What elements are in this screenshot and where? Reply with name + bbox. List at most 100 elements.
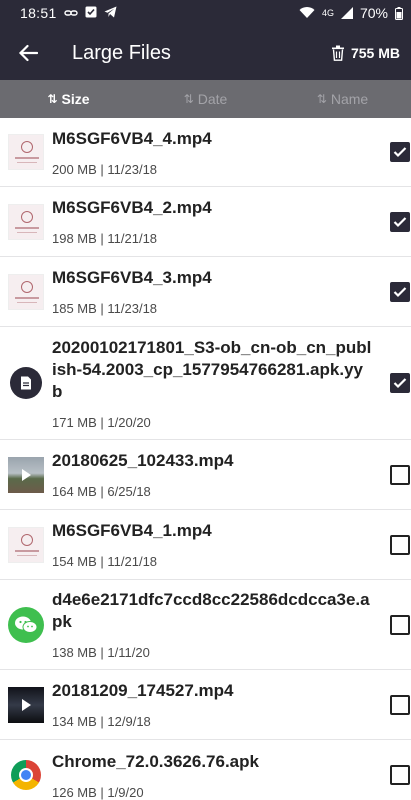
thumbnail-wrap (0, 367, 52, 399)
checkbox-wrap (372, 694, 411, 715)
video-thumbnail (8, 273, 44, 310)
file-name: 20180625_102433.mp4 (52, 451, 234, 470)
sort-tab-date[interactable]: ⇅ Date (137, 80, 274, 118)
sort-arrows-icon: ⇅ (316, 92, 327, 106)
file-name: d4e6e2171dfc7ccd8cc22586dcdcca3e.apk (52, 590, 370, 631)
sort-tab-label: Date (197, 91, 228, 107)
thumbnail-wrap (0, 134, 52, 170)
file-name: 20181209_174527.mp4 (52, 681, 234, 700)
file-name: Chrome_72.0.3626.76.apk (52, 751, 259, 771)
checkbox-wrap (372, 373, 411, 393)
file-info: M6SGF6VB4_3.mp4 185 MB | 11/23/18 (52, 259, 372, 324)
checkbox-wrap (372, 281, 411, 302)
network-type: 4G (321, 8, 334, 18)
select-checkbox[interactable] (390, 464, 410, 485)
list-item[interactable]: Chrome_72.0.3626.76.apk 126 MB | 1/9/20 (0, 740, 411, 800)
file-meta: 200 MB | 11/23/18 (52, 161, 158, 177)
select-checkbox[interactable] (390, 614, 410, 635)
trash-icon (331, 45, 344, 61)
thumbnail-wrap (0, 606, 52, 643)
select-checkbox[interactable] (390, 142, 410, 162)
document-icon (10, 367, 42, 399)
total-size-label: 755 MB (350, 45, 400, 61)
file-meta: 185 MB | 11/23/18 (52, 301, 158, 316)
sort-bar: ⇅ Size ⇅ Date ⇅ Name (0, 80, 411, 118)
video-thumbnail (8, 134, 44, 170)
thumbnail-wrap (0, 686, 52, 723)
signal-icon (340, 7, 353, 19)
list-item[interactable]: 20181209_174527.mp4 134 MB | 12/9/18 (0, 670, 411, 740)
file-info: 20200102171801_S3-ob_cn-ob_cn_publish-54… (52, 329, 372, 438)
checkbox-wrap (372, 614, 411, 635)
file-name: M6SGF6VB4_2.mp4 (52, 198, 212, 217)
telegram-icon (104, 5, 117, 21)
sort-arrows-icon: ⇅ (183, 92, 194, 106)
file-meta: 198 MB | 11/21/18 (52, 231, 158, 246)
file-meta: 164 MB | 6/25/18 (52, 484, 151, 499)
status-time: 18:51 (20, 5, 57, 21)
battery-percent: 70% (359, 5, 388, 21)
file-meta: 126 MB | 1/9/20 (52, 784, 144, 800)
file-meta: 154 MB | 11/21/18 (52, 554, 158, 569)
file-info: d4e6e2171dfc7ccd8cc22586dcdcca3e.apk 138… (52, 581, 372, 668)
checkbox-notification-icon (85, 5, 97, 21)
file-name: 20200102171801_S3-ob_cn-ob_cn_publish-54… (52, 337, 372, 401)
thumbnail-wrap (0, 273, 52, 310)
list-item[interactable]: 20200102171801_S3-ob_cn-ob_cn_publish-54… (0, 327, 411, 440)
file-info: M6SGF6VB4_4.mp4 200 MB | 11/23/18 (52, 120, 372, 185)
checkbox-wrap (372, 765, 411, 785)
thumbnail-wrap (0, 203, 52, 240)
checkmark-icon (393, 147, 407, 158)
chrome-icon (11, 760, 41, 790)
select-checkbox[interactable] (390, 765, 410, 785)
file-info: 20181209_174527.mp4 134 MB | 12/9/18 (52, 672, 372, 737)
status-right: 4G 70% (299, 5, 403, 21)
wechat-icon (8, 606, 44, 643)
play-icon (22, 468, 31, 481)
file-info: 20180625_102433.mp4 164 MB | 6/25/18 (52, 442, 372, 507)
list-item[interactable]: 20180625_102433.mp4 164 MB | 6/25/18 (0, 440, 411, 510)
file-info: Chrome_72.0.3626.76.apk 126 MB | 1/9/20 (52, 743, 372, 800)
thumbnail-wrap (0, 526, 52, 563)
list-item[interactable]: M6SGF6VB4_4.mp4 200 MB | 11/23/18 (0, 118, 411, 187)
play-icon (22, 698, 31, 711)
status-bar: 18:51 4G 70% (0, 0, 411, 26)
thumbnail-wrap (0, 456, 52, 493)
sort-arrows-icon: ⇅ (47, 92, 58, 106)
file-info: M6SGF6VB4_1.mp4 154 MB | 11/21/18 (52, 512, 372, 577)
video-thumbnail (8, 456, 44, 493)
select-checkbox[interactable] (390, 281, 410, 302)
video-thumbnail (8, 203, 44, 240)
file-info: M6SGF6VB4_2.mp4 198 MB | 11/21/18 (52, 189, 372, 254)
page-title: Large Files (72, 41, 171, 64)
status-left: 18:51 (20, 5, 117, 21)
select-checkbox[interactable] (390, 373, 410, 393)
file-name: M6SGF6VB4_4.mp4 (52, 128, 212, 148)
list-item[interactable]: M6SGF6VB4_2.mp4 198 MB | 11/21/18 (0, 187, 411, 257)
battery-icon (395, 6, 403, 20)
checkbox-wrap (372, 211, 411, 232)
list-item[interactable]: M6SGF6VB4_3.mp4 185 MB | 11/23/18 (0, 257, 411, 327)
file-name: M6SGF6VB4_1.mp4 (52, 521, 212, 540)
back-button[interactable] (0, 26, 56, 80)
list-item[interactable]: M6SGF6VB4_1.mp4 154 MB | 11/21/18 (0, 510, 411, 580)
sort-tab-label: Name (330, 91, 369, 107)
select-checkbox[interactable] (390, 211, 410, 232)
checkbox-wrap (372, 464, 411, 485)
checkmark-icon (393, 216, 407, 227)
delete-selected-button[interactable]: 755 MB (331, 45, 411, 61)
checkbox-wrap (372, 534, 411, 555)
select-checkbox[interactable] (390, 534, 410, 555)
sort-tab-size[interactable]: ⇅ Size (0, 80, 137, 118)
checkmark-icon (393, 378, 407, 389)
list-item[interactable]: d4e6e2171dfc7ccd8cc22586dcdcca3e.apk 138… (0, 580, 411, 670)
file-meta: 134 MB | 12/9/18 (52, 714, 151, 729)
checkmark-icon (393, 286, 407, 297)
file-meta: 138 MB | 1/11/20 (52, 645, 150, 660)
app-bar: Large Files 755 MB (0, 26, 411, 80)
file-meta: 171 MB | 1/20/20 (52, 414, 151, 430)
select-checkbox[interactable] (390, 694, 410, 715)
thumbnail-wrap (0, 760, 52, 790)
arrow-left-icon (18, 44, 38, 62)
sort-tab-name[interactable]: ⇅ Name (274, 80, 411, 118)
